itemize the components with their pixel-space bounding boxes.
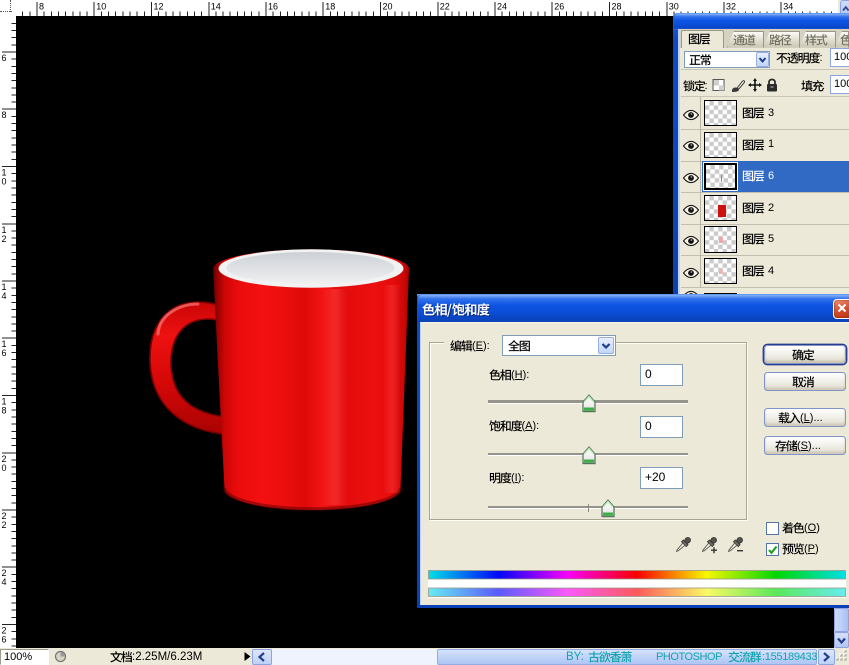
svg-text:0: 0 (2, 463, 7, 473)
svg-text:2: 2 (2, 234, 7, 244)
svg-text:34: 34 (783, 2, 793, 12)
svg-text:6: 6 (2, 635, 7, 645)
svg-text:4: 4 (2, 291, 7, 301)
svg-text:14: 14 (211, 2, 221, 12)
svg-text:8: 8 (39, 2, 44, 12)
svg-text:32: 32 (726, 2, 736, 12)
svg-text:12: 12 (154, 2, 164, 12)
svg-text:8: 8 (2, 110, 7, 120)
svg-text:22: 22 (440, 2, 450, 12)
svg-text:0: 0 (2, 177, 7, 187)
svg-text:20: 20 (383, 2, 393, 12)
svg-text:26: 26 (554, 2, 564, 12)
svg-text:16: 16 (268, 2, 278, 12)
svg-text:28: 28 (612, 2, 622, 12)
svg-text:4: 4 (2, 577, 7, 587)
svg-text:10: 10 (96, 2, 106, 12)
svg-text:6: 6 (2, 348, 7, 358)
svg-text:8: 8 (2, 406, 7, 416)
svg-text:24: 24 (497, 2, 507, 12)
svg-text:2: 2 (2, 520, 7, 530)
svg-text:6: 6 (2, 53, 7, 63)
svg-text:30: 30 (669, 2, 679, 12)
svg-text:18: 18 (325, 2, 335, 12)
